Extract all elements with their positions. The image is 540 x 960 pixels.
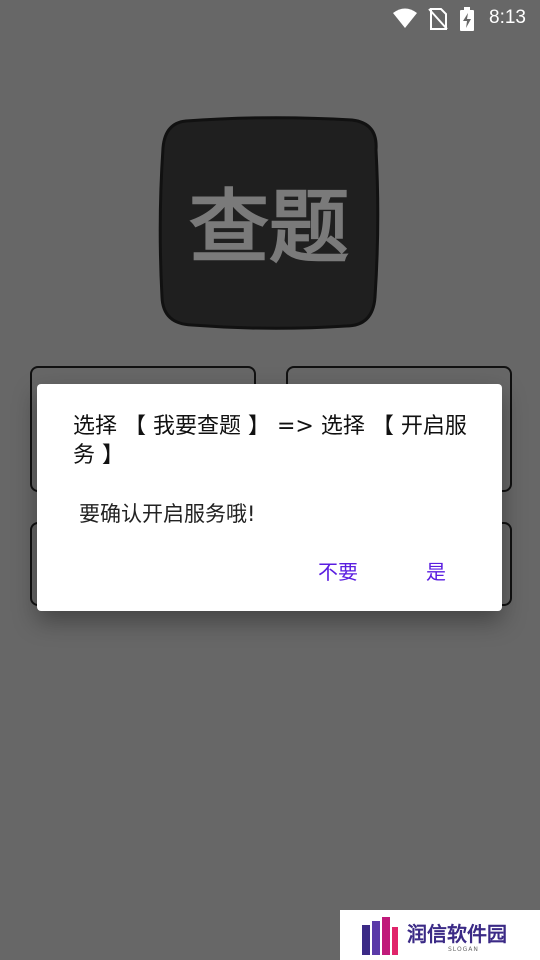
- dialog-title: 选择 【 我要查题 】 => 选择 【 开启服务 】: [73, 414, 467, 468]
- watermark-logo-icon: [362, 917, 398, 955]
- watermark: 润信软件园 SLOGAN: [340, 910, 540, 960]
- dialog-message: 要确认开启服务哦!: [79, 502, 256, 526]
- confirm-dialog: 选择 【 我要查题 】 => 选择 【 开启服务 】 要确认开启服务哦! 不要 …: [37, 384, 502, 611]
- watermark-subtext: SLOGAN: [448, 946, 479, 953]
- confirm-button[interactable]: 是: [426, 556, 446, 585]
- cancel-button[interactable]: 不要: [318, 556, 358, 585]
- watermark-text: 润信软件园: [407, 922, 507, 946]
